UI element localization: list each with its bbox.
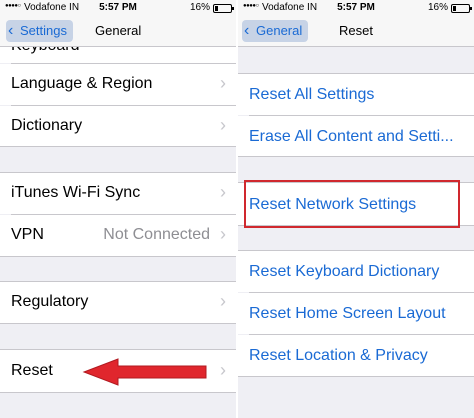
list-item-itunes-wifi-sync[interactable]: iTunes Wi-Fi Sync › xyxy=(0,173,236,214)
back-button-general[interactable]: ‹ General xyxy=(242,20,309,42)
list-item-language-region[interactable]: Language & Region › xyxy=(0,64,236,105)
red-arrow-icon xyxy=(82,358,207,386)
nav-bar: ‹ General Reset xyxy=(238,16,474,47)
list-item-label: Reset xyxy=(11,362,53,379)
reset-location-privacy-button[interactable]: Reset Location & Privacy xyxy=(238,335,474,376)
status-bar: ●●●●○ Vodafone IN 5:57 PM 16% xyxy=(238,0,474,16)
erase-all-content-button[interactable]: Erase All Content and Setti... xyxy=(238,116,474,156)
list-item-partial[interactable]: Keyboard xyxy=(0,47,236,63)
battery-percent: 16% xyxy=(427,2,448,13)
list-item-label: Regulatory xyxy=(11,293,89,310)
chevron-right-icon: › xyxy=(220,73,226,93)
list-item-dictionary[interactable]: Dictionary › xyxy=(0,106,236,146)
back-button-settings[interactable]: ‹ Settings xyxy=(6,20,73,42)
battery-icon xyxy=(213,4,234,13)
general-screen: ●●●●○ Vodafone IN 5:57 PM 16% ‹ Settings… xyxy=(0,0,236,418)
chevron-left-icon: ‹ xyxy=(244,22,250,39)
vpn-status-value: Not Connected xyxy=(103,226,210,243)
list-item-vpn[interactable]: VPN Not Connected › xyxy=(0,215,236,256)
reset-keyboard-dictionary-button[interactable]: Reset Keyboard Dictionary xyxy=(238,251,474,292)
chevron-left-icon: ‹ xyxy=(8,22,14,39)
reset-all-settings-button[interactable]: Reset All Settings xyxy=(238,74,474,115)
list-item-label: iTunes Wi-Fi Sync xyxy=(11,184,141,201)
chevron-right-icon: › xyxy=(220,291,226,311)
chevron-right-icon: › xyxy=(220,115,226,135)
list-item-label: VPN xyxy=(11,226,44,243)
chevron-right-icon: › xyxy=(220,360,226,380)
list-item-label: Dictionary xyxy=(11,117,83,134)
chevron-right-icon: › xyxy=(220,182,226,202)
list-item-label: Language & Region xyxy=(11,75,153,92)
list-item-regulatory[interactable]: Regulatory › xyxy=(0,282,236,323)
reset-home-screen-layout-button[interactable]: Reset Home Screen Layout xyxy=(238,293,474,334)
status-bar: ●●●●○ Vodafone IN 5:57 PM 16% xyxy=(0,0,236,16)
page-title: General xyxy=(95,23,142,38)
chevron-right-icon: › xyxy=(220,224,226,244)
nav-bar: ‹ Settings General xyxy=(0,16,236,47)
battery-percent: 16% xyxy=(189,2,210,13)
highlight-box xyxy=(244,180,460,228)
battery-icon xyxy=(451,4,472,13)
page-title: Reset xyxy=(339,23,373,38)
